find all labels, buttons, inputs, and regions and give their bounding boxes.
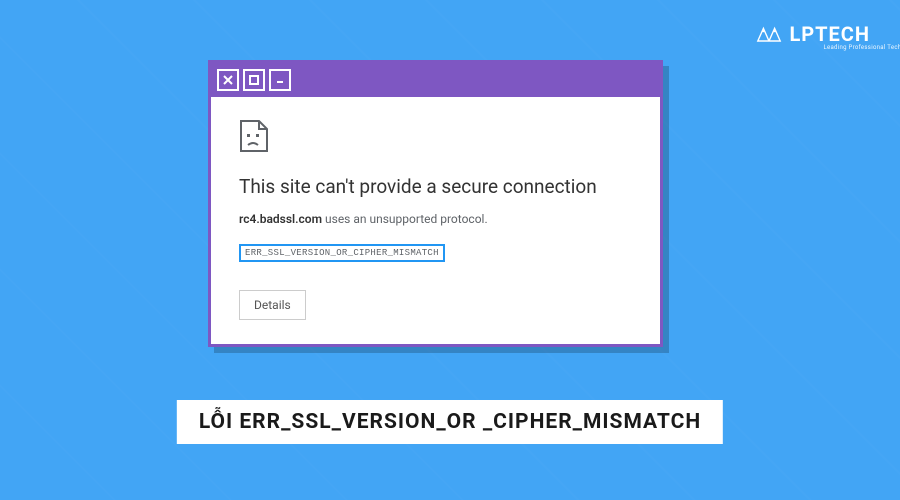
logo-text: LPTECH — [789, 22, 870, 46]
browser-window: This site can't provide a secure connect… — [208, 60, 663, 347]
error-protocol-text: uses an unsupported protocol. — [322, 212, 488, 226]
minimize-icon — [275, 75, 285, 85]
maximize-icon — [249, 75, 259, 85]
close-button[interactable] — [217, 69, 239, 91]
error-code: ERR_SSL_VERSION_OR_CIPHER_MISMATCH — [239, 244, 445, 262]
window-content: This site can't provide a secure connect… — [211, 97, 660, 344]
close-icon — [222, 74, 234, 86]
banner-title: LỖI ERR_SSL_VERSION_OR _CIPHER_MISMATCH — [177, 400, 723, 444]
error-subtext: rc4.badssl.com uses an unsupported proto… — [239, 212, 632, 226]
brand-logo: LPTECH Leading Professional Technology — [755, 22, 870, 46]
error-heading: This site can't provide a secure connect… — [239, 175, 632, 198]
window-titlebar — [211, 63, 660, 97]
error-domain: rc4.badssl.com — [239, 212, 322, 226]
minimize-button[interactable] — [269, 69, 291, 91]
sad-page-icon — [239, 119, 269, 153]
logo-icon — [755, 24, 783, 44]
details-button[interactable]: Details — [239, 290, 306, 320]
maximize-button[interactable] — [243, 69, 265, 91]
logo-subtitle: Leading Professional Technology — [823, 44, 900, 51]
